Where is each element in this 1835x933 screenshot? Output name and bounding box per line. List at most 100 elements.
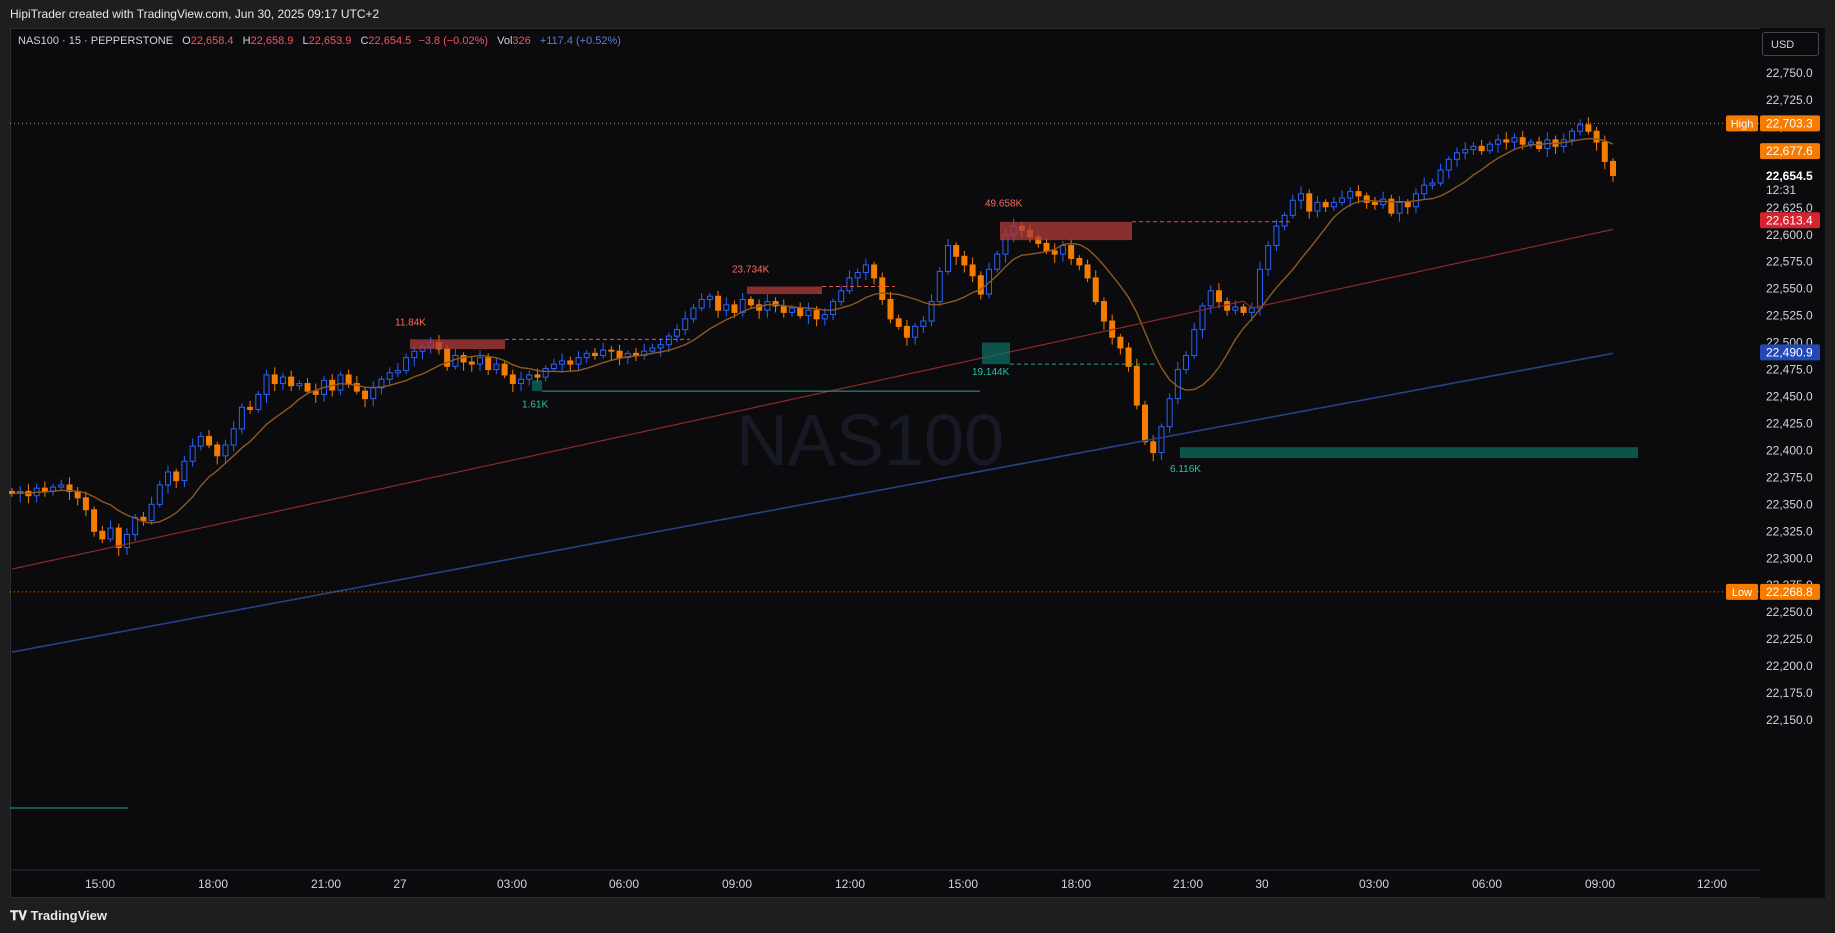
brand-name: TradingView: [30, 908, 107, 923]
candle-body: [550, 363, 557, 369]
x-tick-label: 18:00: [198, 877, 228, 891]
candle-body: [509, 374, 516, 385]
candle-body: [1207, 290, 1214, 307]
y-tick-label: 22,400.0: [1766, 443, 1813, 457]
candle-body: [1478, 145, 1485, 152]
y-tick-label: 22,525.0: [1766, 309, 1813, 323]
candle-body: [649, 347, 656, 352]
price-label-value: 22,677.6: [1766, 144, 1813, 158]
candle-body: [821, 314, 828, 320]
x-tick-label: 06:00: [609, 877, 639, 891]
zone-volume-label: 49.658K: [985, 199, 1023, 210]
candle-body: [1248, 307, 1255, 313]
candle-body: [107, 527, 114, 540]
candle-body: [263, 374, 270, 395]
candle-body: [1339, 197, 1346, 203]
candle-body: [813, 309, 820, 320]
candle-body: [1421, 184, 1428, 195]
candle-body: [1059, 245, 1066, 255]
candle-body: [99, 530, 106, 540]
price-tag-label: High: [1731, 118, 1754, 130]
candle-body: [1174, 369, 1181, 400]
candle-body: [1281, 214, 1288, 227]
candle-body: [1429, 182, 1436, 186]
y-tick-label: 22,450.0: [1766, 390, 1813, 404]
candle-body: [1445, 158, 1452, 171]
close-value: 22,654.5: [368, 35, 412, 47]
candle-body: [197, 435, 204, 447]
x-tick-label: 12:00: [1697, 877, 1727, 891]
candle-body: [600, 349, 607, 357]
candle-body: [1314, 201, 1321, 212]
high-value: 22,658.9: [250, 35, 294, 47]
candle-body: [1330, 201, 1337, 208]
candle-body: [690, 307, 697, 320]
candle-body: [41, 487, 48, 492]
x-tick-label: 09:00: [1585, 877, 1615, 891]
symbol-label[interactable]: NAS100 · 15 · PEPPERSTONE: [18, 35, 173, 47]
tv-icon: 𝐓𝐕: [10, 908, 27, 923]
candle-body: [944, 245, 951, 272]
x-tick-label: 15:00: [85, 877, 115, 891]
open-key: O: [182, 35, 191, 47]
candlestick-chart[interactable]: NAS10022,750.022,725.022,700.022,675.022…: [0, 0, 1835, 933]
candle-body: [156, 484, 163, 505]
candle-body: [460, 355, 467, 363]
candle-body: [173, 471, 180, 482]
candle-body: [575, 357, 582, 365]
candles-group: [9, 117, 1616, 557]
candle-body: [731, 304, 738, 313]
candle-body: [797, 307, 804, 317]
candle-body: [485, 357, 492, 371]
candle-body: [657, 344, 664, 349]
candle-body: [854, 271, 861, 279]
zone-volume-label: 1.61K: [522, 399, 548, 410]
candle-body: [181, 460, 188, 482]
candle-body: [345, 374, 352, 385]
candle-body: [411, 350, 418, 359]
candle-body: [903, 325, 910, 338]
x-tick-label: 12:00: [835, 877, 865, 891]
candle-body: [591, 352, 598, 357]
candle-body: [115, 527, 122, 548]
candle-body: [994, 253, 1001, 270]
candle-body: [1404, 201, 1411, 208]
candle-body: [1224, 301, 1231, 311]
y-tick-label: 22,325.0: [1766, 524, 1813, 538]
candle-body: [682, 318, 689, 331]
candle-body: [1051, 250, 1058, 255]
candle-body: [279, 376, 286, 385]
y-tick-label: 22,375.0: [1766, 470, 1813, 484]
candle-body: [698, 298, 705, 309]
candle-body: [493, 363, 500, 371]
supply-zone: [747, 286, 822, 295]
candle-body: [386, 372, 393, 380]
candle-body: [583, 352, 590, 359]
y-tick-label: 22,250.0: [1766, 605, 1813, 619]
currency-button[interactable]: USD: [1762, 32, 1819, 56]
candle-body: [1396, 201, 1403, 214]
candle-body: [1076, 257, 1083, 266]
candle-body: [132, 516, 139, 536]
candle-body: [1265, 245, 1272, 270]
y-tick-label: 22,550.0: [1766, 282, 1813, 296]
volume-value: 326: [512, 35, 531, 47]
price-label-value: 22,703.3: [1766, 116, 1813, 130]
demand-zone: [1180, 447, 1638, 458]
price-tag-label: Low: [1732, 587, 1752, 599]
candle-body: [1232, 306, 1239, 311]
candle-body: [1215, 290, 1222, 303]
candle-body: [501, 363, 508, 376]
candle-body: [247, 406, 254, 410]
y-tick-label: 22,225.0: [1766, 632, 1813, 646]
tradingview-logo[interactable]: 𝐓𝐕 TradingView: [10, 908, 107, 924]
candle-body: [838, 290, 845, 303]
demand-zone: [532, 380, 542, 392]
candle-body: [608, 349, 615, 352]
candle-body: [1125, 347, 1132, 367]
candle-body: [674, 329, 681, 337]
candle-body: [296, 383, 303, 387]
candle-body: [1158, 426, 1165, 454]
candle-body: [805, 309, 812, 317]
candle-body: [1240, 306, 1247, 313]
